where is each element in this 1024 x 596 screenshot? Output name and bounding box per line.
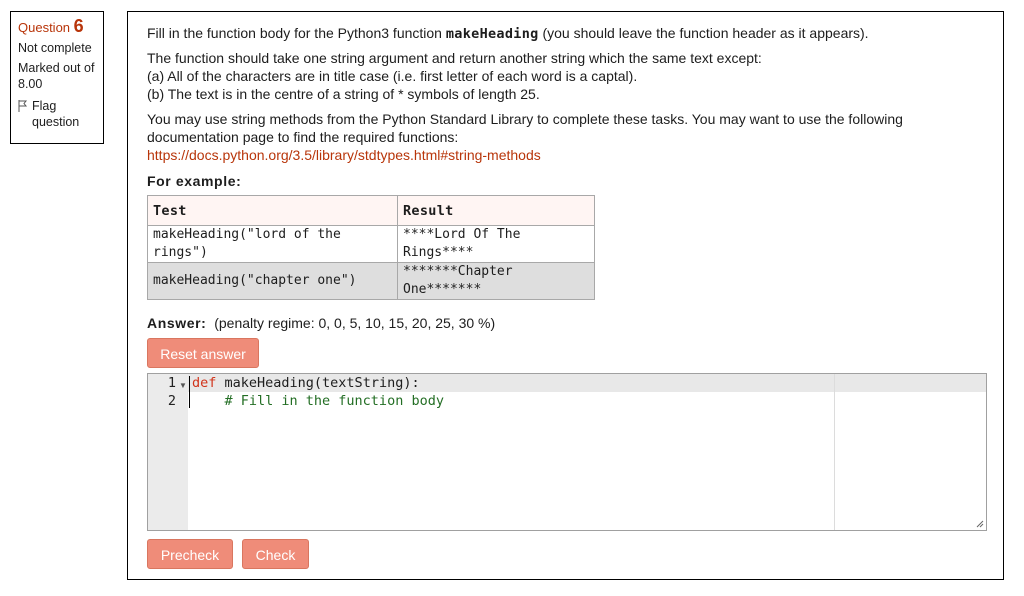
table-row: makeHeading("lord of the rings") ****Lor…	[147, 225, 595, 263]
table-row: makeHeading("chapter one") *******Chapte…	[147, 262, 595, 300]
result-cell: *******Chapter One*******	[397, 262, 595, 300]
question-label: Question	[18, 20, 71, 35]
description-line-3: (b) The text is in the centre of a strin…	[147, 86, 540, 102]
question-intro: Fill in the function body for the Python…	[147, 24, 869, 43]
keyword-def: def	[192, 375, 217, 391]
text-cursor	[189, 376, 190, 408]
question-number-heading: Question 6	[18, 16, 103, 36]
hint-line-2: documentation page to find the required …	[147, 129, 459, 145]
precheck-button[interactable]: Precheck	[147, 539, 233, 569]
editor-gutter: 1 ▼ 2	[148, 374, 188, 530]
column-header-result: Result	[397, 195, 595, 226]
line-number: 1	[167, 375, 176, 391]
column-header-test: Test	[147, 195, 398, 226]
intro-text-after: (you should leave the function header as…	[538, 25, 869, 41]
test-cell: makeHeading("lord of the rings")	[147, 225, 398, 263]
description-line-2: (a) All of the characters are in title c…	[147, 68, 638, 84]
question-number: 6	[73, 16, 84, 36]
check-button[interactable]: Check	[242, 539, 309, 569]
intro-text-before: Fill in the function body for the Python…	[147, 25, 446, 41]
code-text: makeHeading(textString):	[216, 375, 420, 391]
function-name: makeHeading	[445, 26, 539, 42]
penalty-regime: (penalty regime: 0, 0, 5, 10, 15, 20, 25…	[214, 315, 496, 331]
doc-link-paragraph: https://docs.python.org/3.5/library/stdt…	[147, 146, 541, 164]
hint-line-1: You may use string methods from the Pyth…	[147, 111, 903, 127]
answer-heading: Answer: (penalty regime: 0, 0, 5, 10, 15…	[147, 314, 495, 332]
examples-table: Test Result makeHeading("lord of the rin…	[147, 195, 595, 300]
flag-question-button[interactable]: Flag question	[18, 98, 103, 130]
code-comment: # Fill in the function body	[192, 393, 444, 409]
code-line[interactable]: def makeHeading(textString):	[192, 374, 420, 392]
question-info-panel: Question 6 Not complete Marked out of 8.…	[10, 11, 104, 144]
fold-arrow-icon[interactable]: ▼	[179, 377, 187, 395]
result-cell: ****Lord Of The Rings****	[397, 225, 595, 263]
question-content: Fill in the function body for the Python…	[127, 11, 1004, 580]
answer-label: Answer:	[147, 315, 207, 331]
question-status: Not complete	[18, 41, 92, 55]
examples-header-row: Test Result	[147, 195, 595, 226]
test-cell: makeHeading("chapter one")	[147, 262, 398, 300]
documentation-link[interactable]: https://docs.python.org/3.5/library/stdt…	[147, 147, 541, 163]
for-example-heading: For example:	[147, 173, 242, 189]
description-line-1: The function should take one string argu…	[147, 50, 762, 66]
code-editor[interactable]: 1 ▼ 2 def makeHeading(textString): # Fil…	[147, 373, 987, 531]
reset-answer-button[interactable]: Reset answer	[147, 338, 259, 368]
question-marks: Marked out of 8.00	[18, 61, 95, 91]
print-margin	[834, 374, 835, 530]
code-line[interactable]: # Fill in the function body	[192, 392, 444, 410]
resize-grip-icon[interactable]	[976, 520, 984, 528]
flag-question-label: Flag question	[32, 99, 80, 129]
line-number: 2	[167, 393, 176, 409]
flag-icon	[18, 100, 28, 112]
